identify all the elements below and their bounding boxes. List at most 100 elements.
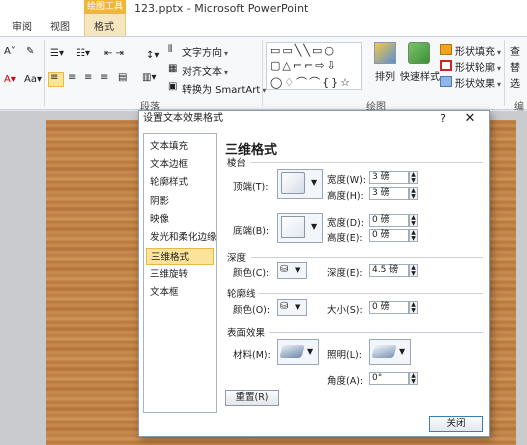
shapes-row-3: ◯♢⌒⌒{}☆	[270, 76, 353, 89]
bottom-width-spinner[interactable]: ▲ ▼	[409, 214, 418, 227]
nav-text-box[interactable]: 文本框	[146, 284, 214, 301]
align-left-icon: ≡	[50, 72, 59, 83]
font-color-icon[interactable]: A▾	[4, 74, 16, 85]
shape-fill-button[interactable]: 形状填充	[455, 43, 501, 58]
contour-color-label: 颜色(O):	[233, 305, 271, 316]
bevel-bottom-preview-icon	[281, 216, 305, 238]
lighting-preview-icon	[371, 345, 397, 358]
material-preview-icon	[279, 345, 305, 358]
top-height-label: 高度(H):	[327, 191, 364, 202]
document-title: 123.pptx - Microsoft PowerPoint	[134, 2, 309, 15]
depth-color-label: 颜色(C):	[233, 268, 270, 279]
text-direction-button[interactable]: 文字方向	[182, 44, 228, 59]
bevel-top-label: 顶端(T):	[233, 182, 269, 193]
shape-effects-button[interactable]: 形状效果	[455, 75, 501, 90]
section-divider	[251, 257, 483, 258]
shrink-font-icon[interactable]: A˅	[4, 46, 16, 57]
context-group-label: 绘图工具	[84, 0, 126, 14]
nav-text-outline[interactable]: 文本边框	[146, 156, 214, 173]
contour-size-input[interactable]: 0 磅	[369, 301, 409, 314]
depth-label: 深度(E):	[327, 268, 363, 279]
quick-styles-button[interactable]: 快速样式	[400, 68, 440, 83]
numbering-icon[interactable]: ☷▾	[76, 48, 90, 59]
chevron-down-icon: ▼	[307, 347, 314, 356]
bevel-top-preview-icon	[281, 172, 305, 194]
chevron-down-icon: ▼	[311, 222, 318, 231]
smartart-icon[interactable]: ▣	[168, 81, 177, 92]
tab-review[interactable]: 审阅	[12, 20, 32, 36]
top-width-input[interactable]: 3 磅	[369, 171, 409, 184]
nav-3d-format[interactable]: 三维格式	[146, 248, 214, 265]
text-direction-icon[interactable]: ⫴	[168, 44, 172, 55]
contour-size-spinner[interactable]: ▲ ▼	[409, 301, 418, 314]
top-height-spinner[interactable]: ▲ ▼	[409, 187, 418, 200]
tab-format[interactable]: 格式	[94, 20, 114, 36]
nav-outline-style[interactable]: 轮廓样式	[146, 174, 214, 191]
depth-section-title: 深度	[227, 253, 247, 264]
nav-shadow[interactable]: 阴影	[146, 193, 214, 210]
top-width-label: 宽度(W):	[327, 175, 367, 186]
nav-reflection[interactable]: 映像	[146, 211, 214, 228]
bottom-height-spinner[interactable]: ▲ ▼	[409, 229, 418, 242]
format-text-effects-dialog: 设置文本效果格式 ? ✕ 文本填充 文本边框 轮廓样式 阴影 映像 发光和柔化边…	[138, 110, 490, 437]
indent-icon[interactable]: ⇤ ⇥	[104, 48, 124, 59]
columns-icon[interactable]: ▥▾	[142, 72, 156, 83]
bevel-bottom-label: 底端(B):	[233, 226, 270, 237]
contour-size-label: 大小(S):	[327, 305, 363, 316]
shape-effects-icon[interactable]	[440, 76, 452, 87]
chevron-down-icon: ▼	[295, 266, 301, 274]
paint-bucket-icon: ⛁	[280, 264, 289, 275]
category-list: 文本填充 文本边框 轮廓样式 阴影 映像 发光和柔化边缘 三维格式 三维旋转 文…	[143, 133, 217, 413]
reset-button[interactable]: 重置(R)	[225, 390, 279, 406]
surface-section-title: 表面效果	[227, 328, 266, 339]
arrange-button[interactable]: 排列	[375, 68, 395, 83]
shape-fill-icon[interactable]	[440, 44, 452, 55]
bottom-width-label: 宽度(D):	[327, 218, 364, 229]
justify-icon[interactable]: ≡	[100, 72, 108, 83]
shapes-row-1: ▭▭╲╲▭○	[270, 44, 337, 57]
close-button[interactable]: 关闭	[429, 416, 483, 432]
arrange-icon[interactable]	[374, 42, 396, 64]
convert-smartart-button[interactable]: 转换为 SmartArt	[182, 81, 266, 96]
align-center-icon[interactable]: ≡	[68, 72, 76, 83]
align-text-button[interactable]: 对齐文本	[182, 63, 228, 78]
lighting-label: 照明(L):	[327, 350, 362, 361]
depth-input[interactable]: 4.5 磅	[369, 264, 409, 277]
bottom-height-input[interactable]: 0 磅	[369, 229, 409, 242]
replace-button[interactable]: 替	[510, 59, 520, 74]
chevron-down-icon: ▼	[311, 178, 318, 187]
shape-outline-button[interactable]: 形状轮廓	[455, 59, 501, 74]
quick-styles-icon[interactable]	[408, 42, 430, 64]
tab-view[interactable]: 视图	[50, 20, 70, 36]
line-spacing-icon[interactable]: ↕▾	[146, 50, 159, 61]
bullets-icon[interactable]: ☰▾	[50, 48, 64, 59]
nav-3d-rotation[interactable]: 三维旋转	[146, 266, 214, 283]
top-height-input[interactable]: 3 磅	[369, 187, 409, 200]
bottom-width-input[interactable]: 0 磅	[369, 214, 409, 227]
top-width-spinner[interactable]: ▲ ▼	[409, 171, 418, 184]
align-text-icon[interactable]: ▦	[168, 63, 177, 74]
ribbon-divider	[44, 40, 45, 106]
font-size-icon[interactable]: Aa▾	[24, 74, 42, 85]
clear-format-icon[interactable]: ✎	[26, 46, 34, 57]
ribbon-divider	[262, 40, 263, 106]
nav-glow-soft-edges[interactable]: 发光和柔化边缘	[146, 229, 217, 246]
material-label: 材料(M):	[233, 350, 271, 361]
bottom-height-label: 高度(E):	[327, 233, 363, 244]
chevron-down-icon: ▼	[295, 303, 301, 311]
angle-input[interactable]: 0°	[369, 372, 409, 385]
paint-bucket-icon: ⛁	[280, 301, 289, 312]
depth-spinner[interactable]: ▲ ▼	[409, 264, 418, 277]
shape-outline-icon[interactable]	[440, 60, 452, 71]
nav-text-fill[interactable]: 文本填充	[146, 138, 214, 155]
3d-format-panel: 三维格式 棱台 顶端(T): ▼ 宽度(W): 3 磅 ▲ ▼ 高度(H): 3 …	[223, 133, 485, 413]
angle-spinner[interactable]: ▲ ▼	[409, 372, 418, 385]
close-icon[interactable]: ✕	[461, 111, 479, 127]
distributed-icon[interactable]: ▤	[118, 72, 127, 83]
shapes-row-2: ▢△⌐⌐⇨⇩	[270, 59, 338, 72]
select-button[interactable]: 选	[510, 75, 520, 90]
help-icon[interactable]: ?	[436, 112, 450, 126]
align-right-icon[interactable]: ≡	[84, 72, 92, 83]
contour-section-title: 轮廓线	[227, 289, 256, 300]
find-button[interactable]: 查	[510, 43, 520, 58]
